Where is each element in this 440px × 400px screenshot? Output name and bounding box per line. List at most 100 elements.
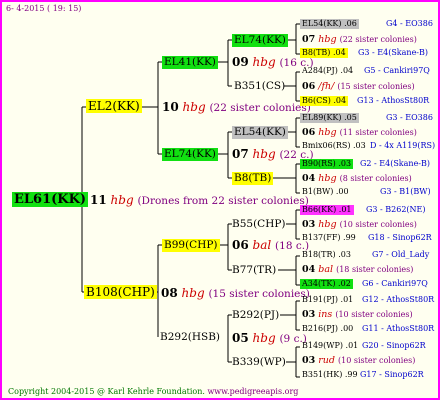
queen-label-b77[interactable]: B77(TR) (232, 265, 276, 276)
gen-number-r4: 04 (302, 173, 316, 184)
root-queen-label[interactable]: EL61(KK) (12, 192, 89, 207)
drone-info-r2: 06 /fh/ (15 sister colonies) (302, 82, 415, 92)
queen-label-a34[interactable]: A34(TK) .02 (300, 279, 353, 289)
el74-race-code: hbg (252, 147, 276, 161)
queen-label-b108[interactable]: B108(CHP) (84, 285, 157, 299)
b99-generation-number: 06 (232, 238, 249, 252)
queen-label-b339[interactable]: B339(WP) (232, 357, 286, 368)
race-code-r3: hbg (318, 127, 337, 138)
drone-note-r8: (10 sister colonies) (338, 356, 416, 365)
line-code-5a: G3 - B262(NE) (366, 205, 426, 214)
line-code-2a: G5 - Cankiri97Q (364, 66, 430, 75)
queen-label-el2[interactable]: EL2(KK) (86, 99, 142, 113)
b108-race-code: hbg (181, 286, 205, 300)
queen-label-a284[interactable]: A284(PJ) .04 (302, 67, 353, 75)
el74-generation-number: 07 (232, 147, 249, 161)
line-code-7b: G11 - AthosSt80R (362, 324, 435, 333)
queen-label-el54[interactable]: EL54(KK) (232, 126, 288, 139)
queen-label-b55[interactable]: B55(CHP) (232, 219, 286, 230)
website-link[interactable]: www.pedigreeapis.org (207, 387, 298, 396)
queen-label-b99[interactable]: B99(CHP) (162, 239, 220, 252)
drone-info-r8: 03 rud (10 sister colonies) (302, 356, 415, 366)
line-code-2b: G13 - AthosSt80R (357, 96, 430, 105)
el2-drone-info: 10 hbg (22 sister colonies) (162, 101, 311, 114)
b292-generation-number: 05 (232, 331, 249, 345)
drone-info-r3: 06 hbg (11 sister colonies) (302, 128, 417, 138)
queen-label-el41[interactable]: EL41(KK) (162, 56, 218, 69)
queen-label-b8[interactable]: B8(TB) (232, 172, 274, 185)
root-drone-note: (Drones from 22 sister colonies) (137, 195, 309, 207)
race-code-r6: bal (318, 264, 334, 275)
gen-number-r3: 06 (302, 127, 316, 138)
drone-info-r6: 04 bal (18 sister colonies) (302, 265, 413, 275)
el2-race-code: hbg (182, 100, 206, 114)
gen-number-r1: 07 (302, 34, 316, 45)
queen-label-b6[interactable]: B6(CS) .04 (300, 96, 349, 106)
queen-label-el54-r[interactable]: EL54(KK) .06 (300, 19, 359, 29)
drone-note-r7: (10 sister colonies) (335, 310, 413, 319)
gen-number-r8: 03 (302, 355, 316, 366)
race-code-r5: hbg (318, 219, 337, 230)
race-code-r7: ins (318, 309, 333, 320)
drone-info-r4: 04 hbg (8 sister colonies) (302, 174, 412, 184)
gen-number-r5: 03 (302, 219, 316, 230)
drone-note-r2: (15 sister colonies) (337, 82, 415, 91)
queen-label-bmix06[interactable]: Bmix06(RS) .03 (302, 142, 366, 150)
queen-label-b191[interactable]: B191(PJ) .01 (302, 296, 353, 304)
root-drone-info: 11 hbg (Drones from 22 sister colonies) (90, 194, 309, 207)
copyright-text: Copyright 2004-2015 @ Karl Kehrle Founda… (8, 387, 205, 396)
queen-label-b1[interactable]: B1(BW) .00 (302, 188, 349, 196)
root-race-code: hbg (110, 193, 134, 207)
queen-label-b137[interactable]: B137(FF) .99 (302, 234, 356, 242)
queen-label-b8-r[interactable]: B8(TB) .04 (300, 48, 348, 58)
queen-label-b18[interactable]: B18(TR) .03 (302, 251, 351, 259)
queen-label-b149[interactable]: B149(WP) .01 (302, 342, 358, 350)
race-code-r8: rud (318, 355, 336, 366)
line-code-6a: G7 - Old_Lady (372, 250, 430, 259)
b292-race-code: hbg (252, 331, 276, 345)
drone-note-r4: (8 sister colonies) (339, 174, 412, 183)
queen-label-b216[interactable]: B216(PJ) .00 (302, 325, 353, 333)
drone-note-r3: (11 sister colonies) (339, 128, 417, 137)
line-code-8a: G20 - Sinop62R (362, 341, 426, 350)
queen-label-b66[interactable]: B66(KK) .01 (300, 205, 354, 215)
b292-drone-info: 05 hbg (9 c.) (232, 332, 307, 345)
queen-label-b90[interactable]: B90(RS) .03 (300, 159, 354, 169)
drone-info-r7: 03 ins (10 sister colonies) (302, 310, 413, 320)
drone-note-r1: (22 sister colonies) (339, 35, 417, 44)
queen-label-el89[interactable]: EL89(KK) .05 (300, 113, 359, 123)
line-code-3a: G3 - EO386 (386, 113, 433, 122)
race-code-r4: hbg (318, 173, 337, 184)
b99-drone-info: 06 bal (18 c.) (232, 239, 309, 252)
footer: Copyright 2004-2015 @ Karl Kehrle Founda… (8, 388, 298, 396)
queen-label-el74-gen2[interactable]: EL74(KK) (162, 148, 218, 161)
line-code-1b: G3 - E4(Skane-B) (358, 48, 429, 57)
line-code-8b: G17 - Sinop62R (360, 370, 424, 379)
pedigree-frame: 6- 4-2015 ( 19: 15) EL61(KK) 11 hbg (Dro… (0, 0, 440, 400)
race-code-r1: hbg (318, 34, 337, 45)
gen-number-r2: 06 (302, 81, 316, 92)
line-code-3b: D - 4x A119(RS) (370, 141, 436, 150)
queen-label-b351-cs[interactable]: B351(CS) (234, 81, 285, 92)
drone-note-r5: (10 sister colonies) (339, 220, 417, 229)
gen-number-r6: 04 (302, 264, 316, 275)
drone-info-r1: 07 hbg (22 sister colonies) (302, 35, 417, 45)
line-code-4b: G3 - B1(BW) (380, 187, 431, 196)
race-code-r2: /fh/ (318, 81, 335, 92)
report-date: 6- 4-2015 ( 19: 15) (6, 4, 82, 13)
el2-drone-note: (22 sister colonies) (209, 102, 311, 114)
drone-note-r6: (18 sister colonies) (336, 265, 414, 274)
line-code-7a: G12 - AthosSt80R (362, 295, 435, 304)
el41-race-code: hbg (252, 55, 276, 69)
queen-label-b292-pj[interactable]: B292(PJ) (232, 310, 279, 321)
queen-label-b351-hk[interactable]: B351(HK) .99 (302, 371, 358, 379)
b108-generation-number: 08 (161, 286, 178, 300)
el2-generation-number: 10 (162, 100, 179, 114)
line-code-5b: G18 - Sinop62R (368, 233, 432, 242)
gen-number-r7: 03 (302, 309, 316, 320)
b108-drone-info: 08 hbg (15 sister colonies) (161, 287, 310, 300)
el41-generation-number: 09 (232, 55, 249, 69)
queen-label-b292-hsb[interactable]: B292(HSB) (160, 332, 220, 343)
queen-label-el74-gen3[interactable]: EL74(KK) (232, 34, 288, 47)
line-code-4a: G2 - E4(Skane-B) (360, 159, 431, 168)
